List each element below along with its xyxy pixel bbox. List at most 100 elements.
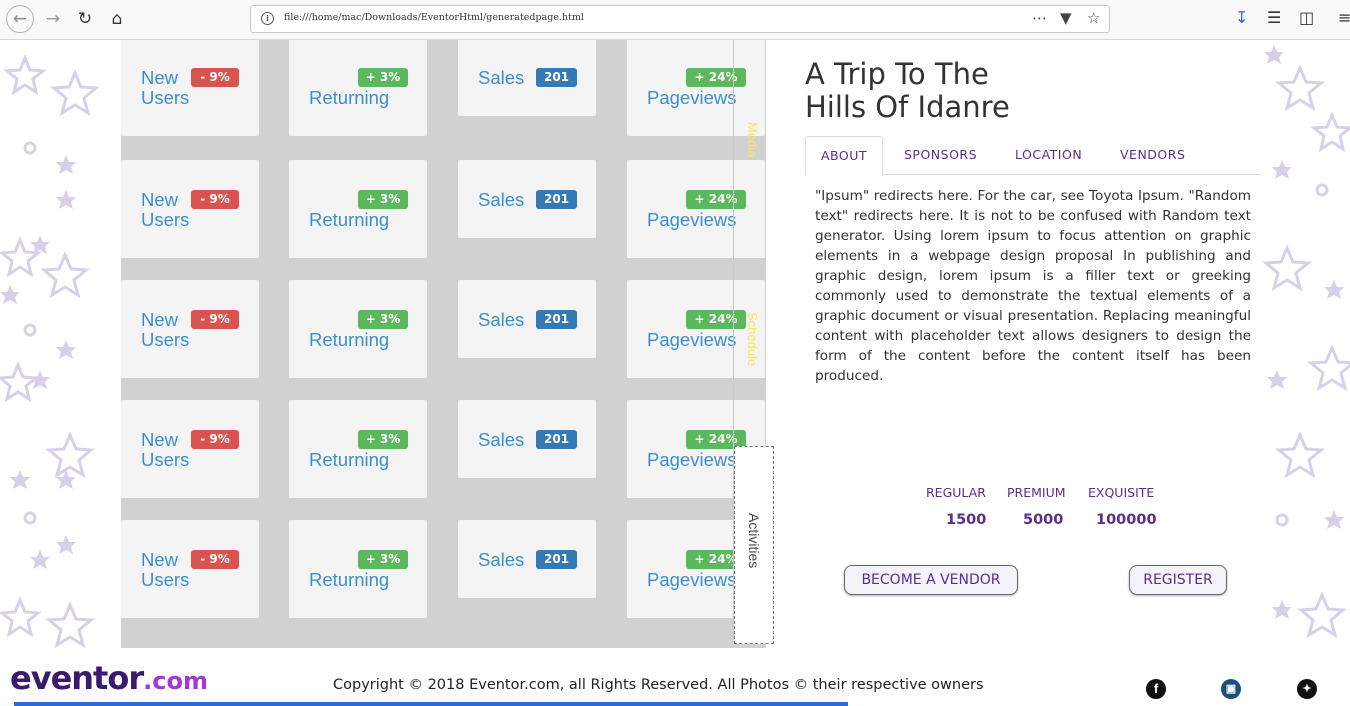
stat-card: Returning + 3%: [289, 280, 427, 378]
tab-location[interactable]: LOCATION: [1015, 136, 1082, 174]
returning-label: Returning: [309, 449, 390, 470]
tab-sponsors[interactable]: SPONSORS: [904, 136, 977, 174]
new-users-label: New Users: [141, 549, 190, 590]
star-pattern-left: [0, 54, 100, 649]
right-pattern: [1262, 40, 1350, 652]
returning-label: Returning: [309, 329, 390, 350]
twitter-icon[interactable]: ✦: [1297, 679, 1317, 699]
stat-card: Sales 201: [458, 160, 596, 238]
new-users-badge: - 9%: [191, 190, 239, 209]
stat-card: New Users - 9%: [121, 520, 259, 618]
pageviews-label: Pageviews: [647, 87, 737, 108]
new-users-badge: - 9%: [191, 430, 239, 449]
selection-bar: [14, 702, 848, 706]
tier-regular: REGULAR: [926, 485, 986, 500]
browser-toolbar: ← → ↻ ⌂ i file:///home/mac/Downloads/Eve…: [0, 0, 1350, 40]
returning-badge: + 3%: [358, 550, 408, 569]
logo-main: eventor: [10, 659, 144, 697]
stat-card: Returning + 3%: [289, 160, 427, 258]
stat-card: New Users - 9%: [121, 40, 259, 136]
event-title: A Trip To The Hills Of Idanre: [805, 58, 1010, 124]
price-regular: 1500: [946, 512, 987, 528]
new-users-label: New Users: [141, 189, 190, 230]
pageviews-badge: + 24%: [686, 190, 746, 209]
event-title-line1: A Trip To The: [805, 57, 989, 91]
logo-suffix: .com: [143, 667, 208, 695]
pageviews-label: Pageviews: [647, 209, 737, 230]
stat-card: New Users - 9%: [121, 400, 259, 498]
returning-label: Returning: [309, 209, 390, 230]
stats-panel: New Users - 9% Returning + 3% Sales 201 Pagevie…: [121, 40, 766, 648]
new-users-label: New Users: [141, 309, 190, 350]
tab-vendors[interactable]: VENDORS: [1120, 136, 1185, 174]
new-users-badge: - 9%: [191, 310, 239, 329]
stat-card: Returning + 3%: [289, 520, 427, 618]
returning-label: Returning: [309, 569, 390, 590]
sales-badge: 201: [536, 68, 577, 87]
tab-about[interactable]: ABOUT: [805, 136, 884, 176]
menu-icon[interactable]: ≡: [1338, 8, 1350, 27]
url-text: file:///home/mac/Downloads/EventorHtml/g…: [284, 12, 584, 23]
stat-card: Sales 201: [458, 40, 596, 116]
copyright-text: Copyright © 2018 Eventor.com, all Rights…: [333, 677, 984, 693]
stat-card: Sales 201: [458, 280, 596, 358]
pageviews-label: Pageviews: [647, 449, 737, 470]
eventor-logo[interactable]: eventor.com: [10, 660, 208, 699]
pageviews-label: Pageviews: [647, 329, 737, 350]
pocket-icon[interactable]: ▼: [1060, 9, 1072, 27]
sales-label: Sales: [478, 309, 525, 330]
returning-badge: + 3%: [358, 68, 408, 87]
returning-badge: + 3%: [358, 430, 408, 449]
about-text: "Ipsum" redirects here. For the car, see…: [815, 188, 1251, 384]
tier-exquisite: EXQUISITE: [1088, 485, 1155, 500]
home-button[interactable]: ⌂: [104, 6, 130, 32]
media-label[interactable]: Media: [745, 122, 760, 157]
sales-badge: 201: [536, 190, 577, 209]
page-actions-icon[interactable]: ⋯: [1032, 9, 1047, 27]
activities-tab[interactable]: Activities: [734, 446, 774, 644]
returning-badge: + 3%: [358, 310, 408, 329]
back-button[interactable]: ←: [6, 5, 34, 33]
downloads-icon[interactable]: ↧: [1235, 8, 1248, 27]
returning-label: Returning: [309, 87, 390, 108]
info-icon[interactable]: i: [261, 12, 274, 25]
activities-label: Activities: [746, 513, 762, 569]
become-vendor-button[interactable]: BECOME A VENDOR: [844, 565, 1018, 595]
sales-label: Sales: [478, 67, 525, 88]
stat-card: New Users - 9%: [121, 280, 259, 378]
returning-badge: + 3%: [358, 190, 408, 209]
price-exquisite: 100000: [1096, 512, 1157, 528]
sales-label: Sales: [478, 549, 525, 570]
pageviews-label: Pageviews: [647, 569, 737, 590]
stat-card: Sales 201: [458, 400, 596, 478]
stat-card: Returning + 3%: [289, 400, 427, 498]
reload-button[interactable]: ↻: [72, 6, 98, 32]
facebook-icon[interactable]: f: [1146, 679, 1166, 699]
instagram-icon[interactable]: ▣: [1221, 679, 1241, 699]
sales-label: Sales: [478, 189, 525, 210]
schedule-label[interactable]: Schedule: [745, 312, 760, 366]
left-pattern: [0, 40, 121, 652]
bookmark-star-icon[interactable]: ☆: [1087, 9, 1100, 27]
sales-badge: 201: [536, 310, 577, 329]
stat-card: New Users - 9%: [121, 160, 259, 258]
stat-card: Sales 201: [458, 520, 596, 598]
address-bar[interactable]: i file:///home/mac/Downloads/EventorHtml…: [250, 5, 1110, 33]
library-icon[interactable]: ☰: [1267, 8, 1281, 27]
new-users-label: New Users: [141, 429, 190, 470]
new-users-badge: - 9%: [191, 550, 239, 569]
price-premium: 5000: [1023, 512, 1064, 528]
pageviews-badge: + 24%: [686, 68, 746, 87]
register-button[interactable]: REGISTER: [1129, 565, 1227, 595]
pageviews-badge: + 24%: [686, 310, 746, 329]
star-pattern-right: [1262, 45, 1350, 639]
tier-premium: PREMIUM: [1007, 485, 1066, 500]
forward-button[interactable]: →: [40, 6, 66, 32]
stat-card: Pageviews + 24%: [627, 160, 765, 258]
event-tabs: ABOUT SPONSORS LOCATION VENDORS: [805, 136, 1261, 176]
event-title-line2: Hills Of Idanre: [805, 90, 1010, 124]
sales-badge: 201: [536, 430, 577, 449]
sales-badge: 201: [536, 550, 577, 569]
sidebar-icon[interactable]: ◫: [1299, 8, 1314, 27]
sales-label: Sales: [478, 429, 525, 450]
